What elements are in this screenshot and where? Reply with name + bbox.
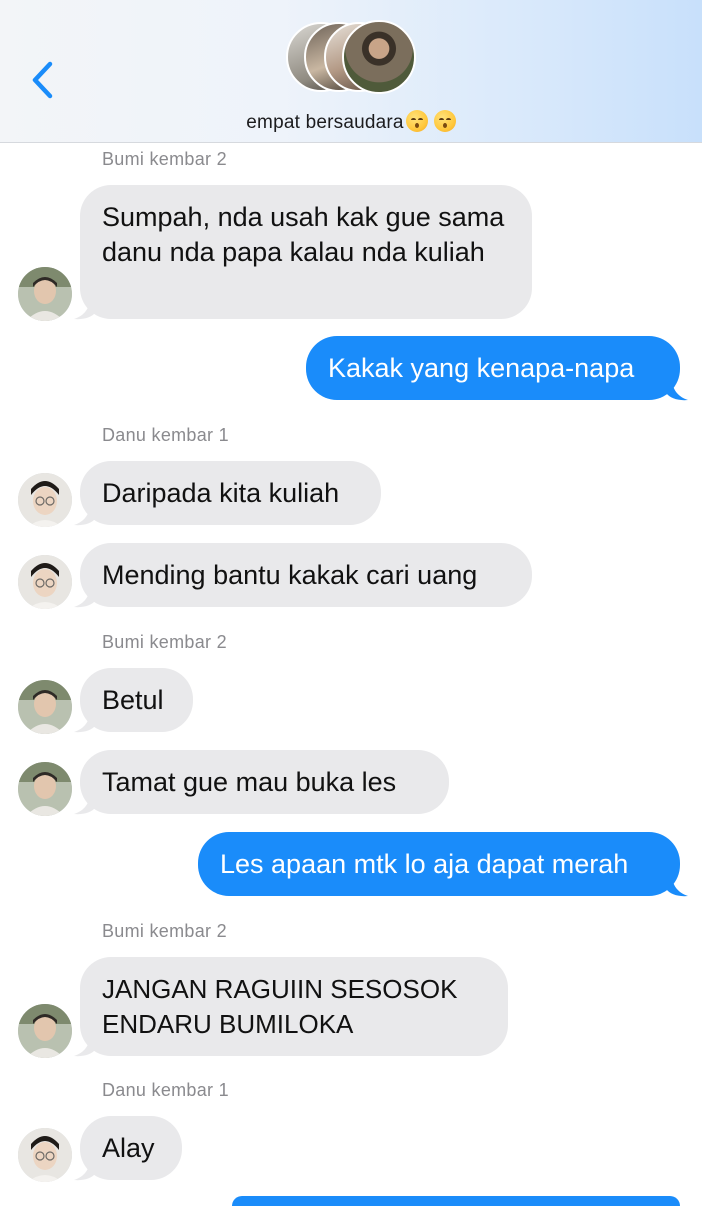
avatar[interactable]: [18, 473, 72, 527]
avatar[interactable]: [18, 555, 72, 609]
bubble-tail: [74, 586, 96, 608]
incoming-message-bubble[interactable]: JANGAN RAGUIIN SESOSOK ENDARU BUMILOKA: [80, 957, 508, 1056]
outgoing-message-bubble[interactable]: Les apaan mtk lo aja dapat merah: [198, 832, 680, 896]
avatar[interactable]: [18, 1004, 72, 1058]
outgoing-message-bubble[interactable]: Kakak yang kenapa-napa: [306, 336, 680, 400]
bubble-tail: [74, 793, 96, 815]
sender-name: Danu kembar 1: [102, 425, 229, 445]
avatar[interactable]: [18, 1128, 72, 1182]
chat-header: empat bersaudara: [0, 0, 702, 143]
kissing-face-icon: [405, 110, 428, 132]
bubble-tail: [74, 298, 96, 320]
incoming-message-bubble[interactable]: Daripada kita kuliah: [80, 461, 381, 525]
incoming-message-bubble[interactable]: Betul: [80, 668, 193, 732]
sender-name: Bumi kembar 2: [102, 921, 227, 941]
back-chevron-icon[interactable]: [26, 58, 60, 102]
avatar[interactable]: [18, 762, 72, 816]
group-avatar-stack[interactable]: [286, 20, 416, 96]
bubble-tail: [666, 379, 688, 401]
avatar[interactable]: [18, 680, 72, 734]
group-title[interactable]: empat bersaudara: [0, 110, 702, 134]
incoming-message-bubble[interactable]: Mending bantu kakak cari uang: [80, 543, 532, 607]
bubble-tail: [74, 1159, 96, 1181]
incoming-message-bubble[interactable]: Sumpah, nda usah kak gue sama danu nda p…: [80, 185, 532, 319]
kissing-face-icon: [433, 110, 456, 132]
bubble-tail: [74, 1035, 96, 1057]
sender-name: Bumi kembar 2: [102, 632, 227, 652]
avatar[interactable]: [18, 267, 72, 321]
member-avatar: [342, 20, 416, 94]
sender-name: Bumi kembar 2: [102, 149, 227, 169]
bubble-tail: [666, 875, 688, 897]
outgoing-message-bubble-partial: [232, 1196, 680, 1206]
bubble-tail: [74, 711, 96, 733]
incoming-message-bubble[interactable]: Tamat gue mau buka les: [80, 750, 449, 814]
bubble-tail: [74, 504, 96, 526]
sender-name: Danu kembar 1: [102, 1080, 229, 1100]
group-name-text: empat bersaudara: [246, 112, 404, 133]
